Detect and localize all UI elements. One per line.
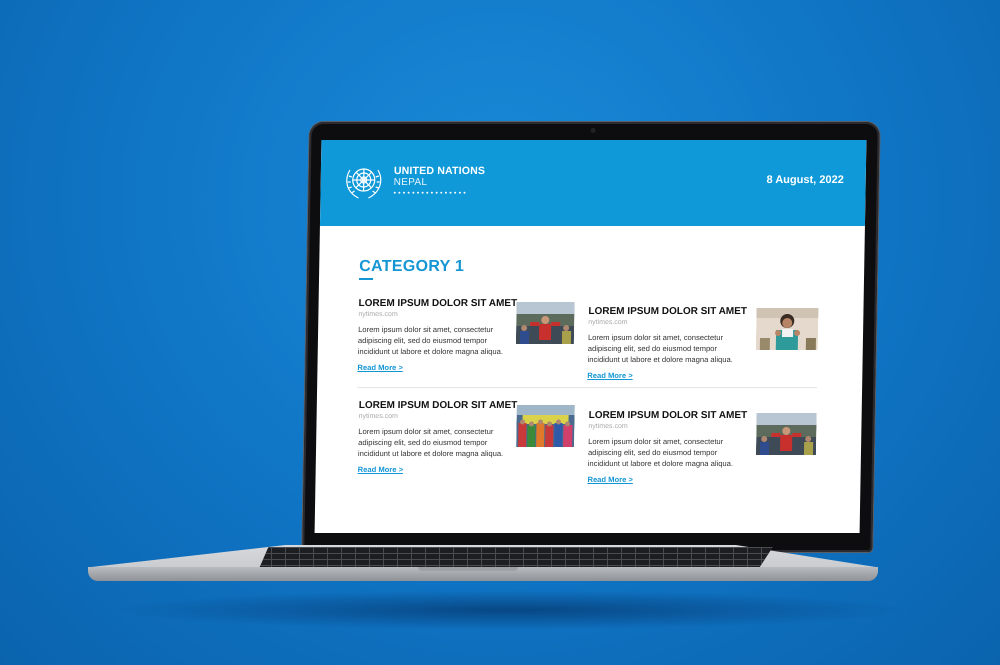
org-name: UNITED NATIONS [393, 165, 486, 177]
row-divider [357, 387, 818, 388]
read-more-link[interactable]: Read More > [587, 475, 633, 484]
laptop-base [88, 545, 878, 585]
read-more-link[interactable]: Read More > [587, 371, 633, 380]
article-image-3 [516, 405, 575, 447]
article-image-4 [755, 413, 817, 455]
article-image-2 [755, 308, 819, 350]
camera [590, 128, 596, 133]
category-title: CATEGORY 1 [359, 258, 465, 275]
read-more-link[interactable]: Read More > [357, 363, 403, 372]
category-underline [358, 278, 374, 280]
newsletter-header: UNITED NATIONS NEPAL •••••••••••••••• 8 … [319, 140, 867, 226]
header-dots: •••••••••••••••• [393, 190, 468, 197]
article-body: Lorem ipsum dolor sit amet, consectetur … [587, 437, 734, 468]
org-subtitle: NEPAL [393, 177, 428, 188]
laptop-shadow [110, 590, 910, 630]
article-body: Lorem ipsum dolor sit amet, consectetur … [357, 325, 504, 356]
laptop-lid: UNITED NATIONS NEPAL •••••••••••••••• 8 … [302, 122, 880, 552]
article-image-1 [515, 302, 575, 344]
laptop-screen: UNITED NATIONS NEPAL •••••••••••••••• 8 … [314, 140, 867, 533]
un-emblem-icon [346, 168, 382, 199]
read-more-link[interactable]: Read More > [358, 465, 404, 474]
lid-notch [418, 567, 518, 571]
article-body: Lorem ipsum dolor sit amet, consectetur … [357, 427, 504, 458]
issue-date: 8 August, 2022 [766, 174, 844, 186]
article-body: Lorem ipsum dolor sit amet, consectetur … [587, 333, 733, 364]
